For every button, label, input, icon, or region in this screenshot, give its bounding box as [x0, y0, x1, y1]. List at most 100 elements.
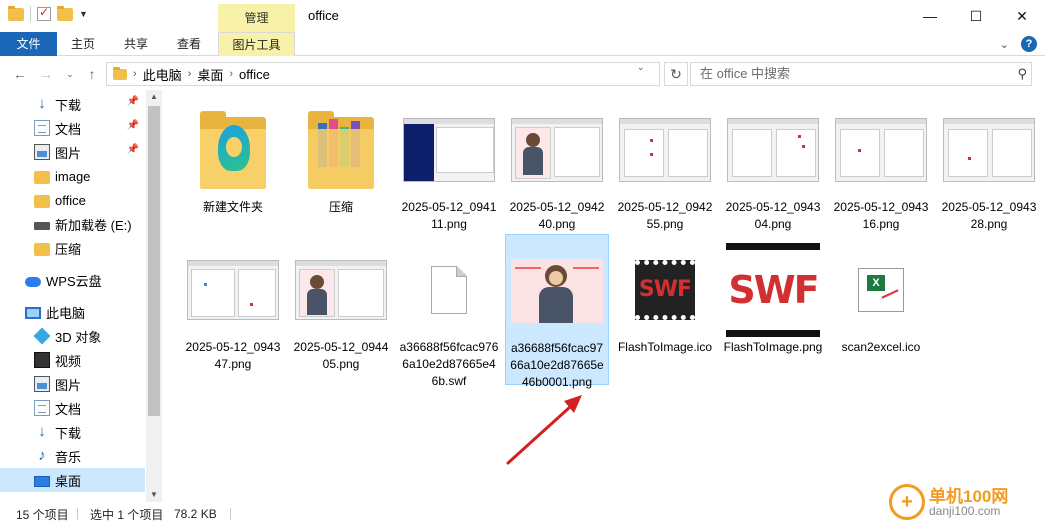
sidebar-item-videos[interactable]: 视频: [0, 348, 145, 372]
image-thumbnail: [187, 260, 279, 320]
sidebar-item-label: 文档: [55, 401, 82, 417]
sidebar-item-image[interactable]: image: [0, 164, 145, 188]
sidebar-item-label: office: [55, 192, 86, 208]
file-item-swf[interactable]: a36688f56fcac9766a10e2d87665e46b.swf: [397, 234, 501, 388]
minimize-button[interactable]: —: [907, 0, 953, 32]
scrollbar-thumb[interactable]: [148, 106, 160, 416]
sidebar-item-pictures[interactable]: 图片 📌: [0, 140, 145, 164]
sidebar-item-documents[interactable]: 文档 📌: [0, 116, 145, 140]
address-dropdown-icon[interactable]: ⌄: [637, 62, 645, 73]
tab-home[interactable]: 主页: [57, 32, 109, 56]
refresh-button[interactable]: ↻: [664, 62, 688, 86]
sidebar-item-label: 文档: [55, 121, 82, 137]
sidebar-item-desktop[interactable]: 桌面: [0, 468, 145, 492]
chevron-right-icon[interactable]: ›: [188, 68, 192, 80]
selection-count: 选中 1 个项目: [90, 507, 164, 522]
search-icon[interactable]: ⚲: [1017, 66, 1027, 82]
file-name: 2025-05-12_094255.png: [617, 200, 713, 231]
pin-icon[interactable]: 📌: [127, 96, 139, 107]
breadcrumb-office[interactable]: office: [239, 67, 270, 82]
file-list: 新建文件夹 压缩 2025-05-12_094111.png 2025-05-1…: [163, 90, 1045, 502]
thumbnail: [185, 242, 281, 338]
breadcrumb-this-pc[interactable]: 此电脑: [143, 65, 182, 84]
search-input[interactable]: 在 office 中搜索: [690, 62, 1032, 86]
sidebar-item-3d-objects[interactable]: 3D 对象: [0, 324, 145, 348]
customize-qat-dropdown-icon[interactable]: ▼: [79, 9, 88, 19]
tab-share[interactable]: 共享: [109, 32, 163, 56]
image-thumbnail: [511, 118, 603, 182]
pin-icon[interactable]: 📌: [127, 144, 139, 155]
sidebar-item-pictures-pc[interactable]: 图片: [0, 372, 145, 396]
tab-picture-tools[interactable]: 图片工具: [218, 32, 295, 56]
nav-scrollbar[interactable]: ▲ ▼: [146, 90, 162, 502]
divider: [230, 508, 231, 520]
file-name: 压缩: [328, 200, 353, 214]
swf-icon: SWF: [635, 260, 695, 320]
forward-arrow-icon[interactable]: →: [36, 64, 56, 84]
file-item-png[interactable]: 2025-05-12_094316.png: [829, 94, 933, 239]
thumbnail: X: [833, 242, 929, 338]
properties-icon[interactable]: [37, 5, 51, 21]
chevron-right-icon[interactable]: ›: [133, 68, 137, 80]
chevron-down-icon[interactable]: ⌄: [1000, 38, 1009, 51]
up-arrow-icon[interactable]: ↑: [82, 64, 102, 84]
sidebar-item-downloads[interactable]: ↓ 下载 📌: [0, 92, 145, 116]
download-icon: ↓: [38, 423, 46, 440]
file-item-png[interactable]: 2025-05-12_094240.png: [505, 94, 609, 239]
cloud-icon: [25, 276, 41, 287]
sidebar-item-music[interactable]: ♪ 音乐: [0, 444, 145, 468]
file-name: 新建文件夹: [202, 200, 263, 214]
help-icon[interactable]: ?: [1021, 36, 1037, 52]
folder-icon: [34, 242, 50, 256]
sidebar-item-documents-pc[interactable]: 文档: [0, 396, 145, 420]
file-item-compress[interactable]: 压缩: [289, 94, 393, 239]
file-item-png[interactable]: 2025-05-12_094255.png: [613, 94, 717, 239]
image-thumbnail: [727, 118, 819, 182]
pin-icon[interactable]: 📌: [127, 120, 139, 131]
file-item-png[interactable]: 2025-05-12_094405.png: [289, 234, 393, 379]
file-item-png[interactable]: 2025-05-12_094111.png: [397, 94, 501, 239]
folder-icon: [113, 66, 127, 80]
tab-file[interactable]: 文件: [0, 32, 57, 56]
back-arrow-icon[interactable]: ←: [10, 64, 30, 84]
sidebar-item-downloads-pc[interactable]: ↓ 下载: [0, 420, 145, 444]
desktop-icon: [34, 475, 50, 487]
watermark-url: danji100.com: [929, 504, 1001, 518]
file-name: FlashToImage.png: [723, 340, 823, 354]
breadcrumb-desktop[interactable]: 桌面: [197, 65, 223, 84]
title-bar: ▼ 管理 office — ☐ ✕: [0, 0, 1045, 32]
sidebar-item-wps-cloud[interactable]: WPS云盘: [0, 268, 145, 292]
sidebar-item-this-pc[interactable]: 此电脑: [0, 300, 145, 324]
address-bar[interactable]: › 此电脑 › 桌面 › office: [106, 62, 660, 86]
scroll-down-icon[interactable]: ▼: [146, 488, 162, 502]
file-item-ico[interactable]: X scan2excel.ico: [829, 234, 933, 379]
sidebar-item-office[interactable]: office: [0, 188, 145, 212]
file-item-ico[interactable]: SWF FlashToImage.ico: [613, 234, 717, 379]
file-name: 2025-05-12_094405.png: [293, 340, 389, 371]
file-item-png[interactable]: 2025-05-12_094328.png: [937, 94, 1041, 239]
item-count: 15 个项目: [16, 507, 69, 522]
thumbnail: [509, 102, 605, 198]
file-item-png[interactable]: 2025-05-12_094304.png: [721, 94, 825, 239]
file-name: a36688f56fcac9766a10e2d87665e46b0001.png: [510, 341, 604, 389]
separator: [30, 6, 31, 22]
file-item-png[interactable]: SWF FlashToImage.png: [721, 234, 825, 379]
file-item-new-folder[interactable]: 新建文件夹: [181, 94, 285, 239]
music-icon: ♪: [38, 447, 46, 464]
scroll-up-icon[interactable]: ▲: [146, 90, 162, 104]
recent-locations-dropdown-icon[interactable]: ⌄: [60, 64, 80, 84]
sidebar-item-compress[interactable]: 压缩: [0, 236, 145, 260]
close-button[interactable]: ✕: [999, 0, 1045, 32]
file-item-selected-png[interactable]: a36688f56fcac9766a10e2d87665e46b0001.png: [505, 234, 609, 389]
tab-view[interactable]: 查看: [163, 32, 215, 56]
sidebar-item-label: 下载: [55, 425, 82, 441]
file-name: 2025-05-12_094240.png: [509, 200, 605, 231]
pc-icon: [25, 306, 41, 319]
chevron-right-icon[interactable]: ›: [229, 68, 233, 80]
thumbnail: [401, 102, 497, 198]
maximize-button[interactable]: ☐: [953, 0, 999, 32]
sidebar-item-drive-e[interactable]: 新加载卷 (E:): [0, 212, 145, 236]
file-item-png[interactable]: 2025-05-12_094347.png: [181, 234, 285, 379]
new-folder-icon[interactable]: [57, 5, 73, 21]
file-name: 2025-05-12_094316.png: [833, 200, 929, 231]
